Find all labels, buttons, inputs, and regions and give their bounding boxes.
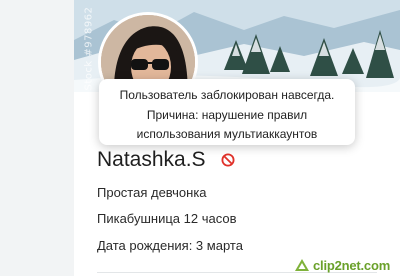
ban-tooltip-line-2: Причина: нарушение правил: [146, 107, 308, 122]
left-gutter: [0, 0, 74, 276]
ban-tooltip: Пользователь заблокирован навсегда. Прич…: [99, 79, 355, 145]
ban-tooltip-line-1: Пользователь заблокирован навсегда.: [119, 88, 335, 102]
clip2net-icon: [295, 259, 309, 271]
profile-about: Простая девчонка: [97, 185, 207, 200]
clip2net-text: clip2net.com: [313, 257, 391, 273]
ban-icon[interactable]: [221, 153, 235, 167]
profile-rank: Пикабушница 12 часов: [97, 211, 237, 226]
ban-tooltip-line-3: использования мультиаккаунтов: [136, 127, 318, 141]
clip2net-logo: clip2net.com: [294, 257, 390, 273]
username[interactable]: Natashka.S: [97, 148, 206, 172]
profile-birthday: Дата рождения: 3 марта: [97, 238, 243, 253]
stock-watermark: Stock #978962: [83, 6, 95, 91]
